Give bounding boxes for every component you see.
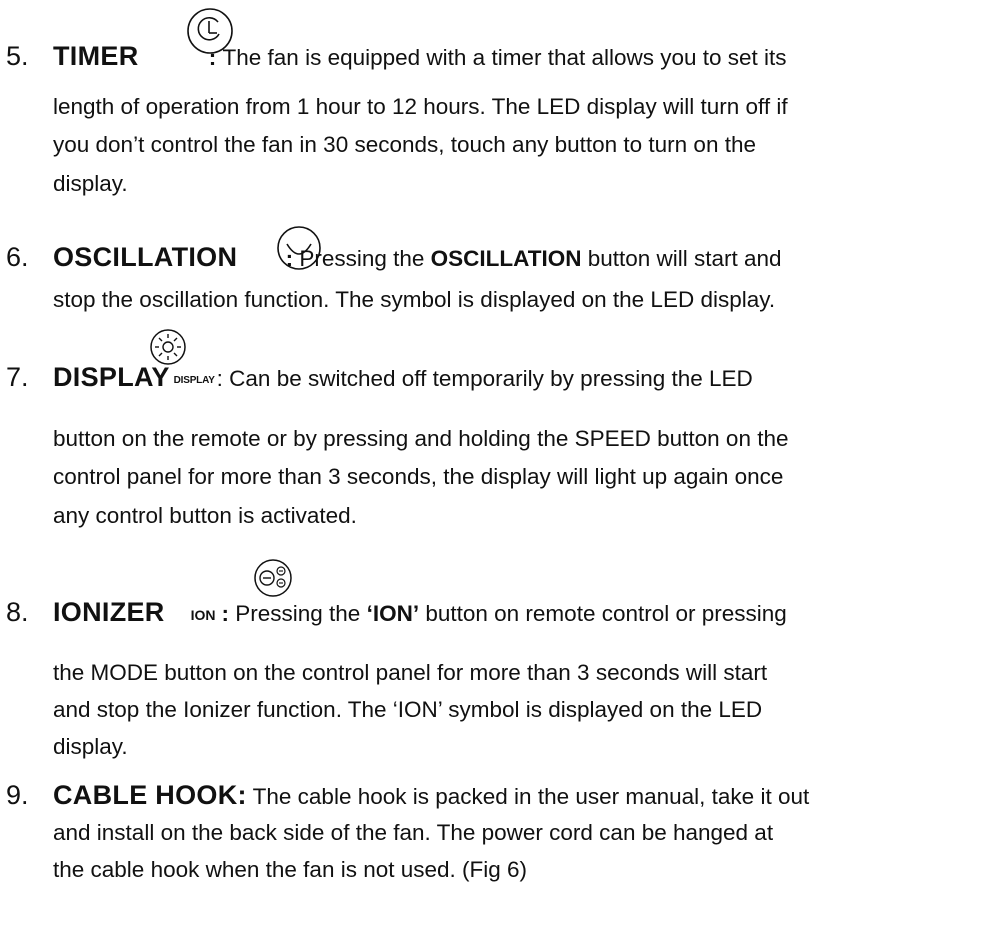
item-line: DISPLAY DISPLAY: Can be switched off temp…: [53, 361, 753, 397]
ion-icon-label: ION: [190, 606, 216, 623]
item-line: control panel for more than 3 seconds, t…: [53, 464, 784, 489]
item-title: CABLE HOOK:: [53, 780, 247, 810]
item-line: display.: [53, 171, 128, 196]
item-text: The cable hook is packed in the user man…: [246, 784, 810, 809]
item-line: any control button is activated.: [53, 503, 357, 528]
item-line: display.: [53, 734, 128, 759]
item-line: length of operation from 1 hour to 12 ho…: [53, 94, 788, 119]
item-number: 6.: [6, 242, 29, 272]
item-line: button on the remote or by pressing and …: [53, 426, 789, 451]
item-title: IONIZER: [53, 597, 165, 627]
item-line: and stop the Ionizer function. The ‘ION’…: [53, 697, 763, 722]
item-bold-text: ‘ION’: [366, 601, 420, 626]
item-text: The fan is equipped with a timer that al…: [222, 45, 787, 70]
item-line: stop the oscillation function. The symbo…: [53, 287, 776, 312]
item-title: DISPLAY: [53, 362, 170, 392]
clock-circle-icon: [185, 6, 235, 56]
item-line: the MODE button on the control panel for…: [53, 660, 768, 685]
item-bold-text: OSCILLATION: [430, 246, 582, 271]
item-text: button on remote control or pressing: [419, 601, 787, 626]
item-title: TIMER: [53, 41, 139, 71]
item-line: and install on the back side of the fan.…: [53, 820, 774, 845]
display-icon-label: DISPLAY: [173, 374, 215, 386]
item-title: OSCILLATION: [53, 242, 238, 272]
item-number: 7.: [6, 362, 29, 392]
item-line: CABLE HOOK: The cable hook is packed in …: [53, 779, 809, 813]
item-text: Pressing the: [235, 601, 367, 626]
item-line: you don’t control the fan in 30 seconds,…: [53, 132, 756, 157]
colon: :: [221, 601, 236, 626]
item-line: TIMER : The fan is equipped with a timer…: [53, 40, 787, 74]
ion-circle-icon: [252, 558, 294, 598]
item-text: button will start and: [581, 246, 782, 271]
item-number: 9.: [6, 780, 29, 810]
item-line: OSCILLATION : Pressing the OSCILLATION b…: [53, 241, 782, 275]
item-number: 5.: [6, 41, 29, 71]
item-line: IONIZER ION: Pressing the ‘ION’ button on…: [53, 596, 787, 632]
item-line: the cable hook when the fan is not used.…: [53, 857, 528, 882]
item-text: : Can be switched off temporarily by pre…: [216, 366, 753, 391]
oscillation-circle-icon: [274, 224, 324, 272]
item-number: 8.: [6, 597, 29, 627]
